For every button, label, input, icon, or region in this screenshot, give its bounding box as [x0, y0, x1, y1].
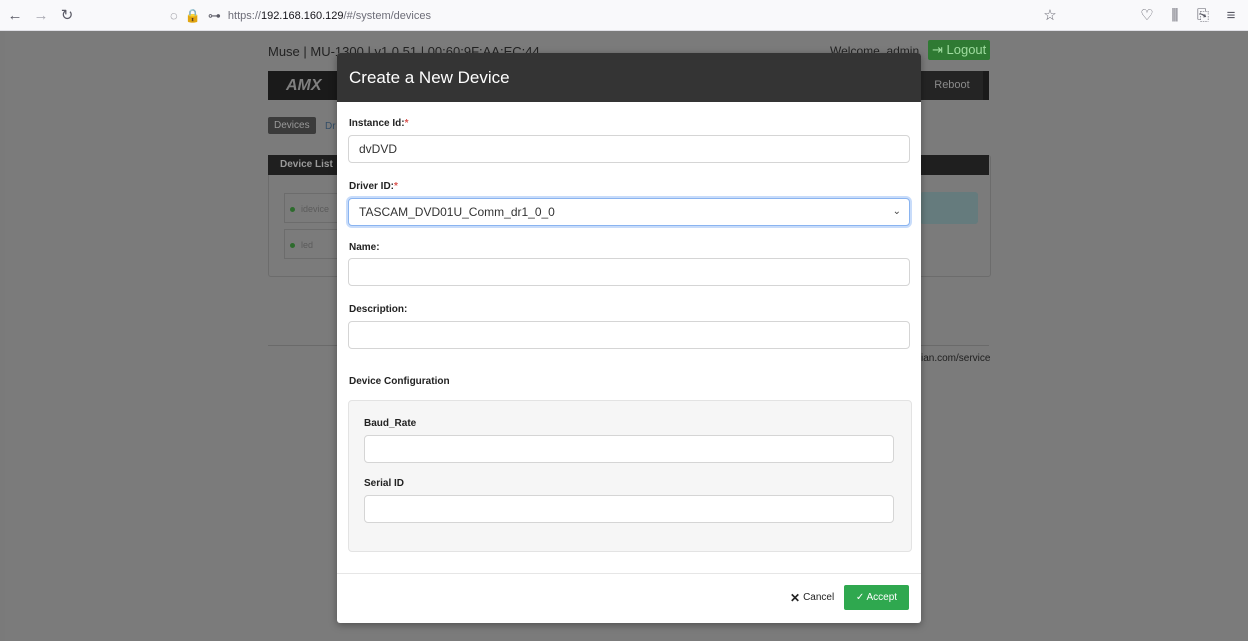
- driver-id-value: TASCAM_DVD01U_Comm_dr1_0_0: [359, 205, 555, 219]
- back-icon[interactable]: ←: [4, 4, 26, 26]
- reload-icon[interactable]: ↻: [56, 4, 78, 26]
- url-prefix: https://: [227, 9, 261, 22]
- lock-warning-icon[interactable]: 🔒: [185, 8, 201, 24]
- browser-toolbar: ← → ↻ ◌ 🔒 ⊶ https://192.168.160.129/#/sy…: [0, 0, 1248, 31]
- description-input[interactable]: [348, 321, 910, 349]
- amx-logo: AMX: [286, 77, 322, 94]
- baud-rate-label: Baud_Rate: [364, 418, 417, 429]
- forward-icon[interactable]: →: [30, 4, 52, 26]
- instance-id-input[interactable]: dvDVD: [348, 135, 910, 163]
- serial-id-input[interactable]: [364, 495, 894, 523]
- name-label: Name:: [349, 242, 380, 253]
- shield-icon[interactable]: ◌: [170, 8, 178, 23]
- cancel-button[interactable]: ✕ Cancel: [790, 586, 834, 610]
- extensions-icon[interactable]: ⎘: [1192, 4, 1214, 26]
- key-icon: ⊶: [207, 7, 221, 23]
- tab-drivers[interactable]: Dr: [325, 121, 336, 132]
- device-configuration-box: [348, 400, 912, 552]
- device-configuration-label: Device Configuration: [349, 376, 450, 387]
- required-mark: *: [404, 118, 409, 129]
- close-icon: ✕: [790, 591, 801, 605]
- url-path: /#/system/devices: [343, 9, 431, 22]
- serial-id-label: Serial ID: [364, 478, 405, 489]
- reboot-button[interactable]: Reboot: [921, 71, 983, 100]
- logout-button[interactable]: ⇥ Logout: [928, 40, 991, 60]
- footer-divider-line: [337, 573, 921, 574]
- instance-id-label-text: Instance Id:: [349, 118, 405, 129]
- library-icon[interactable]: ⫼: [1164, 4, 1186, 26]
- chevron-down-icon: ⌄: [892, 206, 901, 217]
- driver-id-select[interactable]: TASCAM_DVD01U_Comm_dr1_0_0 ⌄: [348, 198, 910, 226]
- logout-label: Logout: [946, 42, 987, 57]
- baud-rate-input[interactable]: [364, 435, 894, 463]
- create-device-modal: Create a New Device Instance Id:* dvDVD …: [337, 53, 921, 623]
- url-bar[interactable]: ◌ 🔒 ⊶ https://192.168.160.129/#/system/d…: [170, 3, 1060, 28]
- device-detail-box: [920, 192, 978, 224]
- description-label: Description:: [349, 304, 408, 315]
- instance-id-label: Instance Id:*: [349, 118, 408, 129]
- url-host: 192.168.160.129: [260, 9, 344, 22]
- device-item[interactable]: idevice: [284, 193, 339, 223]
- driver-id-label-text: Driver ID:: [349, 181, 395, 192]
- tab-devices[interactable]: Devices: [268, 117, 316, 134]
- cancel-label: Cancel: [803, 592, 835, 603]
- device-item[interactable]: led: [284, 229, 339, 259]
- driver-id-label: Driver ID:*: [349, 181, 398, 192]
- accept-button[interactable]: ✓ Accept: [844, 585, 909, 610]
- check-icon: ✓: [855, 592, 865, 603]
- pocket-icon[interactable]: ♡: [1136, 4, 1158, 26]
- menu-icon[interactable]: ≡: [1220, 4, 1242, 26]
- accept-label: Accept: [866, 592, 898, 603]
- required-mark: *: [394, 181, 398, 192]
- bookmark-star-icon[interactable]: ☆: [1039, 4, 1061, 26]
- footer-link[interactable]: ian.com/service: [921, 353, 990, 364]
- modal-title: Create a New Device: [337, 53, 921, 102]
- name-input[interactable]: [348, 258, 910, 286]
